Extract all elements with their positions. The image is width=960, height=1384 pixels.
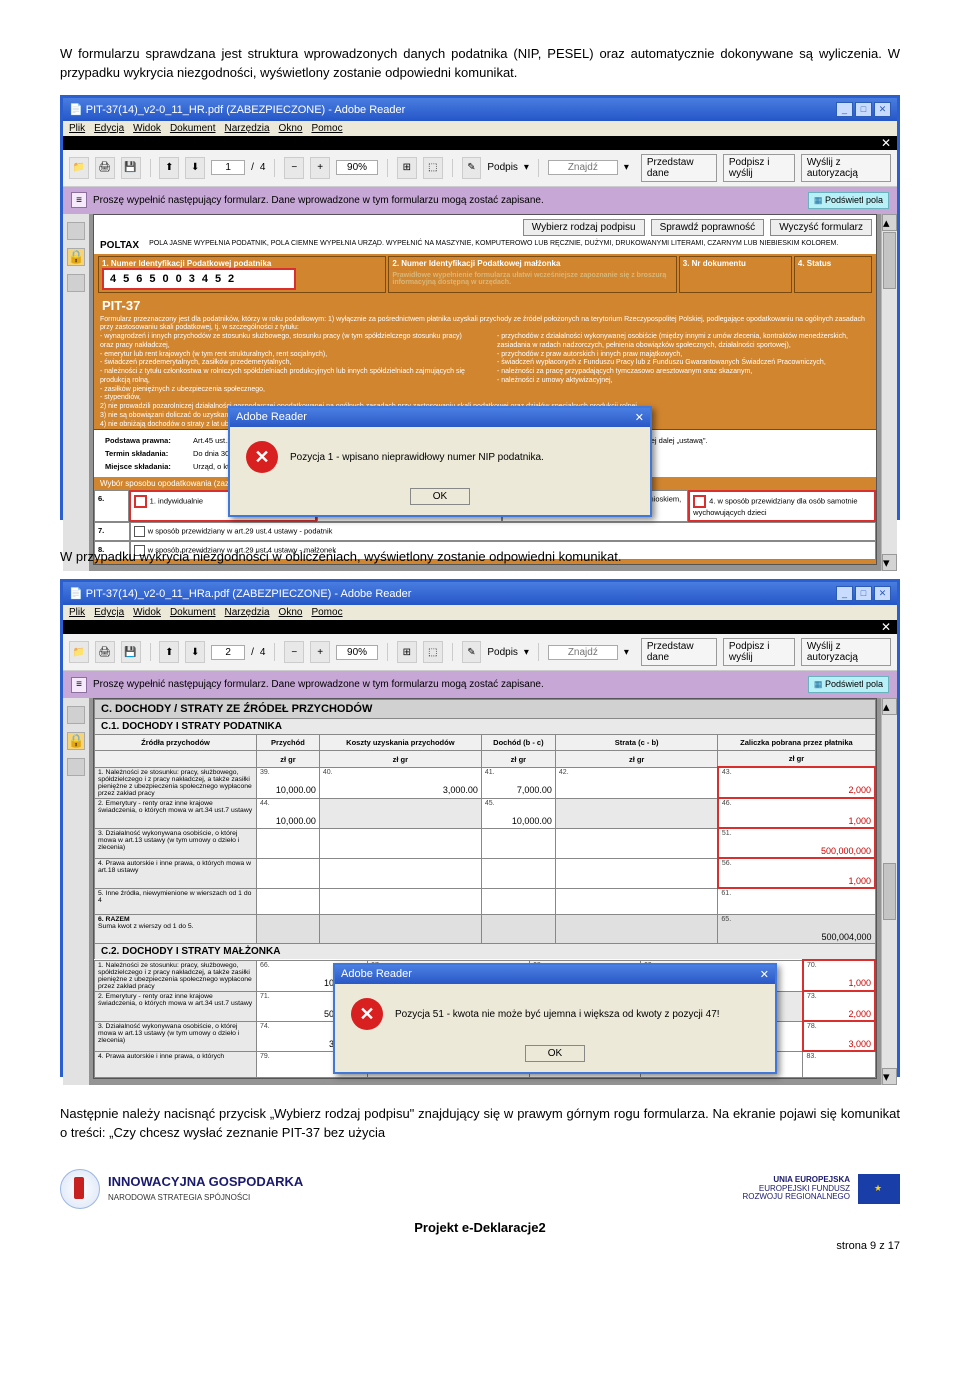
body-paragraph-1: W formularzu sprawdzana jest struktura w… bbox=[0, 0, 960, 95]
nav-rail[interactable]: 🔒 bbox=[63, 214, 89, 572]
vertical-scrollbar[interactable]: ▴▾ bbox=[881, 214, 897, 572]
error-icon: ✕ bbox=[351, 998, 383, 1030]
lock-icon: 🔒 bbox=[67, 248, 85, 266]
section-c2-header: C.2. DOCHODY I STRATY MAŁŻONKA bbox=[94, 944, 876, 959]
page-number: strona 9 z 17 bbox=[0, 1240, 960, 1262]
dialog-message: Pozycja 1 - wpisano nieprawidłowy numer … bbox=[290, 452, 544, 463]
btn-przedstaw[interactable]: Przedstaw dane bbox=[641, 154, 717, 182]
thumbnails-icon bbox=[67, 222, 85, 240]
screenshot-acrobat-2: 📄 PIT-37(14)_v2-0_11_HRa.pdf (ZABEZPIECZ… bbox=[60, 579, 900, 1077]
window-buttons[interactable]: _□✕ bbox=[834, 102, 891, 117]
close-strip[interactable]: ✕ bbox=[63, 136, 897, 150]
form-icon: ≡ bbox=[71, 192, 87, 208]
form-fill-bar: ≡ Proszę wypełnić następujący formularz.… bbox=[63, 187, 897, 214]
table-row: 5. Inne źródła, niewymienione w wierszac… bbox=[95, 888, 876, 915]
find-field[interactable] bbox=[548, 160, 618, 175]
menu-bar[interactable]: PlikEdycjaWidokDokumentNarzędziaOknoPomo… bbox=[63, 121, 897, 136]
dialog-close-icon[interactable]: ✕ bbox=[635, 411, 644, 424]
toolbar: 📁 🖨 💾 ⬆ ⬇ / 4 − + ⊞ ⬚ ✎ Podpis ▾ ▾ Przed… bbox=[63, 150, 897, 187]
dialog-close-icon[interactable]: ✕ bbox=[760, 968, 769, 981]
pdf-icon: 📄 bbox=[69, 588, 83, 600]
pages-icon bbox=[67, 274, 85, 292]
error-icon: ✕ bbox=[246, 441, 278, 473]
btn-wyczysc[interactable]: Wyczyść formularz bbox=[770, 219, 872, 236]
ig-logo-icon bbox=[60, 1169, 100, 1209]
dialog-message: Pozycja 51 - kwota nie może być ujemna i… bbox=[395, 1009, 720, 1020]
table-row: 1. Należności ze stosunku: pracy, służbo… bbox=[95, 767, 876, 798]
zoom-out-icon[interactable]: − bbox=[284, 157, 304, 179]
eu-flag-icon bbox=[858, 1174, 900, 1204]
form-title: PIT-37 bbox=[94, 295, 876, 316]
zoom-in-icon[interactable]: + bbox=[310, 157, 330, 179]
page-field[interactable] bbox=[211, 645, 245, 660]
ok-button[interactable]: OK bbox=[410, 488, 470, 505]
btn-podpisz[interactable]: Podpisz i wyślij bbox=[723, 154, 795, 182]
error-dialog: Adobe Reader✕ ✕Pozycja 1 - wpisano niepr… bbox=[228, 406, 652, 517]
menu-bar[interactable]: PlikEdycjaWidokDokumentNarzędziaOknoPomo… bbox=[63, 605, 897, 620]
open-icon[interactable]: 📁 bbox=[69, 641, 89, 663]
section-c1-header: C.1. DOCHODY I STRATY PODATNIKA bbox=[94, 719, 876, 734]
page-field[interactable] bbox=[211, 160, 245, 175]
section-c-header: C. DOCHODY / STRATY ZE ŹRÓDEŁ PRZYCHODÓW bbox=[94, 699, 876, 719]
sign-icon[interactable]: ✎ bbox=[462, 157, 482, 179]
ok-button[interactable]: OK bbox=[525, 1045, 585, 1062]
screenshot-acrobat-1: 📄 PIT-37(14)_v2-0_11_HR.pdf (ZABEZPIECZO… bbox=[60, 95, 900, 521]
print-icon[interactable]: 🖨 bbox=[95, 157, 115, 179]
window-titlebar: 📄 PIT-37(14)_v2-0_11_HR.pdf (ZABEZPIECZO… bbox=[63, 98, 897, 121]
vertical-scrollbar[interactable]: ▴▾ bbox=[881, 698, 897, 1085]
page-down-icon[interactable]: ⬇ bbox=[185, 157, 205, 179]
fit-icon[interactable]: ⊞ bbox=[397, 157, 417, 179]
project-name: Projekt e-Deklaracje2 bbox=[0, 1215, 960, 1240]
table-row: 2. Emerytury - renty oraz inne krajowe ś… bbox=[95, 798, 876, 828]
nip-field[interactable]: 4565003452 bbox=[102, 268, 296, 290]
body-paragraph-3: Następnie należy nacisnąć przycisk „Wybi… bbox=[0, 1095, 960, 1155]
table-row-total: 6. RAZEMSuma kwot z wierszy od 1 do 5.65… bbox=[95, 915, 876, 944]
income-table: Źródła przychodówPrzychódKoszty uzyskani… bbox=[94, 734, 876, 944]
page-up-icon[interactable]: ⬆ bbox=[159, 157, 179, 179]
window-buttons[interactable]: _□✕ bbox=[834, 586, 891, 601]
btn-wyslij[interactable]: Wyślij z autoryzacją bbox=[801, 154, 891, 182]
highlight-fields-btn[interactable]: ▦ Podświetl pola bbox=[808, 192, 889, 209]
table-row: 4. Prawa autorskie i inne prawa, o który… bbox=[95, 858, 876, 888]
select-icon[interactable]: ⬚ bbox=[423, 157, 443, 179]
table-row: 3. Działalność wykonywana osobiście, o k… bbox=[95, 828, 876, 858]
open-icon[interactable]: 📁 bbox=[69, 157, 89, 179]
zoom-field[interactable] bbox=[336, 160, 378, 175]
save-icon[interactable]: 💾 bbox=[121, 157, 141, 179]
btn-sprawdz[interactable]: Sprawdź poprawność bbox=[651, 219, 765, 236]
page-footer: INNOWACYJNA GOSPODARKANARODOWA STRATEGIA… bbox=[0, 1155, 960, 1215]
btn-wybierz-podpis[interactable]: Wybierz rodzaj podpisu bbox=[523, 219, 645, 236]
pdf-icon: 📄 bbox=[69, 104, 83, 116]
error-dialog: Adobe Reader✕ ✕Pozycja 51 - kwota nie mo… bbox=[333, 963, 777, 1074]
